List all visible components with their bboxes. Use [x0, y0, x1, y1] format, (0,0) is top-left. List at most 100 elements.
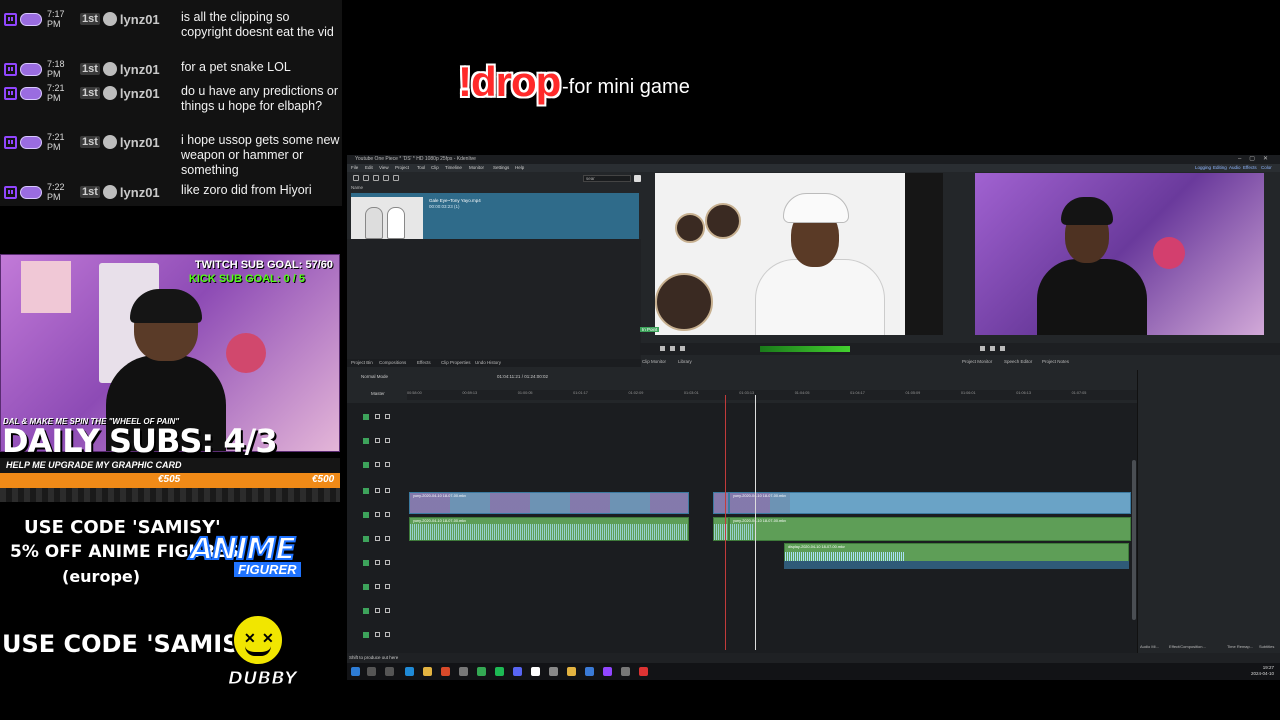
file-explorer-icon[interactable] [423, 667, 432, 676]
tab-project-bin[interactable]: Project Bin [351, 359, 373, 367]
track-lock-icon[interactable] [375, 488, 380, 493]
search-icon[interactable] [367, 667, 376, 676]
tab-effect-composition[interactable]: Effect/Composition... [1169, 643, 1206, 651]
settings-icon[interactable] [393, 175, 399, 181]
tab-speech-editor[interactable]: Speech Editor [1004, 358, 1032, 366]
forward-icon[interactable] [1000, 346, 1005, 351]
app-icon[interactable] [531, 667, 540, 676]
clip-monitor-view[interactable] [655, 173, 943, 335]
workspace-color[interactable]: Color [1261, 164, 1272, 172]
chat-username[interactable]: lynz01 [120, 135, 160, 150]
track-mute-icon[interactable] [375, 560, 380, 565]
track-hide-icon[interactable] [385, 414, 390, 419]
app-icon[interactable] [585, 667, 594, 676]
discord-icon[interactable] [513, 667, 522, 676]
menu-help[interactable]: Help [515, 164, 524, 172]
track-hide-icon[interactable] [385, 438, 390, 443]
track-lock-icon[interactable] [385, 608, 390, 613]
track-lock-icon[interactable] [385, 512, 390, 517]
audio-clip[interactable]: yuny-2020-04-10 18-07-00.mkv [409, 517, 689, 541]
chat-username[interactable]: lynz01 [120, 185, 160, 200]
timeline-scrollbar[interactable] [1132, 460, 1136, 620]
menu-edit[interactable]: Edit [365, 164, 373, 172]
track-toggle[interactable] [363, 512, 369, 518]
workspace-effects[interactable]: Effects [1243, 164, 1257, 172]
video-clip[interactable] [713, 492, 729, 514]
tab-subtitles[interactable]: Subtitles [1259, 643, 1274, 651]
track-toggle[interactable] [363, 488, 369, 494]
forward-icon[interactable] [680, 346, 685, 351]
track-lock-icon[interactable] [375, 462, 380, 467]
audio-clip-tail[interactable] [784, 561, 1129, 569]
video-clip[interactable]: yuny-2020-04-10 18-07-00.mkv [729, 492, 1131, 514]
menu-view[interactable]: View [379, 164, 389, 172]
menu-clip[interactable]: Clip [431, 164, 439, 172]
twitch-icon[interactable] [603, 667, 612, 676]
chat-username[interactable]: lynz01 [120, 86, 160, 101]
play-icon[interactable] [670, 346, 675, 351]
track-toggle[interactable] [363, 560, 369, 566]
audio-clip[interactable]: yuny-2020-04-10 18-07-00.mkv [729, 517, 1131, 541]
tab-time-remap[interactable]: Time Remap... [1227, 643, 1253, 651]
start-icon[interactable] [351, 667, 360, 676]
menu-settings[interactable]: Settings [493, 164, 509, 172]
track-toggle[interactable] [363, 462, 369, 468]
settings-icon[interactable] [549, 667, 558, 676]
timeline-playhead[interactable] [755, 395, 756, 650]
kdenlive-icon[interactable] [639, 667, 648, 676]
track-lock-icon[interactable] [385, 536, 390, 541]
audio-clip[interactable] [713, 517, 729, 541]
track-toggle[interactable] [363, 632, 369, 638]
chat-username[interactable]: lynz01 [120, 12, 160, 27]
app-icon[interactable] [621, 667, 630, 676]
task-view-icon[interactable] [385, 667, 394, 676]
track-mute-icon[interactable] [375, 584, 380, 589]
add-clip-icon[interactable] [363, 175, 369, 181]
window-controls[interactable]: –▢✕ [1238, 155, 1276, 164]
project-monitor-view[interactable] [975, 173, 1264, 335]
track-hide-icon[interactable] [385, 462, 390, 467]
chrome-icon[interactable] [477, 667, 486, 676]
workspace-logging[interactable]: Logging [1195, 164, 1211, 172]
bin-search-input[interactable]: sear [583, 175, 631, 182]
tab-library[interactable]: Library [678, 358, 692, 366]
menu-timeline[interactable]: Timeline [445, 164, 462, 172]
tab-compositions[interactable]: Compositions [379, 359, 406, 367]
timeline-ruler[interactable]: 00:58:00 00:59:13 01:00:05 01:01:17 01:02:09… [407, 390, 1137, 400]
track-lock-icon[interactable] [375, 438, 380, 443]
track-mute-icon[interactable] [375, 608, 380, 613]
menu-monitor[interactable]: Monitor [469, 164, 484, 172]
taskbar-clock[interactable]: 19:27 2024-04-10 [1251, 665, 1274, 677]
track-lock-icon[interactable] [375, 414, 380, 419]
tab-clip-monitor[interactable]: Clip Monitor [642, 358, 666, 366]
track-toggle[interactable] [363, 536, 369, 542]
edge-icon[interactable] [405, 667, 414, 676]
track-toggle[interactable] [363, 438, 369, 444]
delete-icon[interactable] [383, 175, 389, 181]
chat-username[interactable]: lynz01 [120, 62, 160, 77]
workspace-audio[interactable]: Audio [1229, 164, 1241, 172]
track-mute-icon[interactable] [375, 536, 380, 541]
menu-file[interactable]: File [351, 164, 358, 172]
spotify-icon[interactable] [495, 667, 504, 676]
track-mute-icon[interactable] [375, 632, 380, 637]
app-icon[interactable] [567, 667, 576, 676]
play-icon[interactable] [990, 346, 995, 351]
menu-tool[interactable]: Tool [417, 164, 425, 172]
workspace-editing[interactable]: Editing [1213, 164, 1227, 172]
video-clip[interactable]: yuny-2020-04-10 18-07-00.mkv [409, 492, 689, 514]
tab-effects[interactable]: Effects [417, 359, 431, 367]
tab-project-monitor[interactable]: Project Monitor [962, 358, 992, 366]
rewind-icon[interactable] [980, 346, 985, 351]
tab-undo-history[interactable]: Undo History [475, 359, 501, 367]
folder-icon[interactable] [373, 175, 379, 181]
track-lock-icon[interactable] [385, 584, 390, 589]
tab-clip-properties[interactable]: Clip Properties [441, 359, 471, 367]
search-icon[interactable] [634, 175, 641, 182]
track-toggle[interactable] [363, 608, 369, 614]
edit-mode-select[interactable]: Normal Mode [361, 373, 388, 381]
track-toggle[interactable] [363, 584, 369, 590]
menu-icon[interactable] [353, 175, 359, 181]
track-hide-icon[interactable] [385, 488, 390, 493]
tab-audio-mixer[interactable]: Audio Mi... [1140, 643, 1159, 651]
